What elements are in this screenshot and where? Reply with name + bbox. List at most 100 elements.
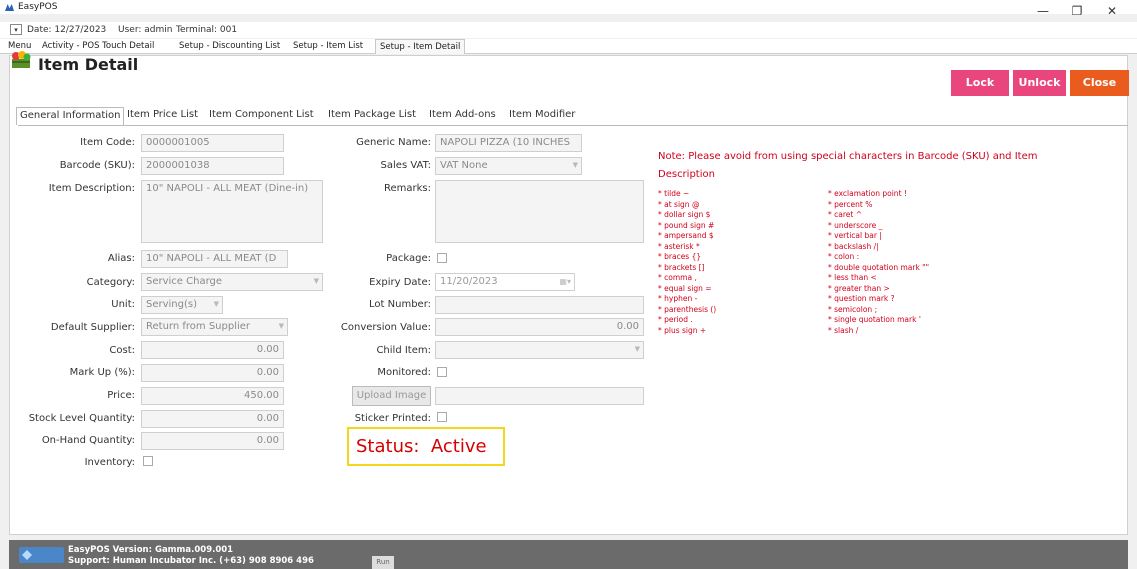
sticker-printed-label: Sticker Printed: [354,413,431,424]
lot-number-field[interactable] [435,296,644,314]
expiry-date-picker[interactable]: 11/20/2023 ▦▾ [435,273,575,291]
special-char-item: * plus sign + [658,325,707,335]
close-window-button[interactable]: ✕ [1097,0,1127,22]
image-path-field[interactable] [435,387,644,405]
remarks-field[interactable] [435,180,644,243]
tab-item-add-ons[interactable]: Item Add-ons [426,107,499,125]
calendar-icon[interactable]: ▦▾ [559,277,571,286]
dropdown-icon[interactable]: ▾ [10,24,22,35]
date-text: Date: 12/27/2023 [27,25,107,35]
chevron-down-icon: ▼ [213,300,219,308]
inventory-label: Inventory: [84,457,135,468]
easypos-logo-icon [5,4,14,11]
special-char-item: * question mark ? [828,294,895,303]
tab-item-modifier[interactable]: Item Modifier [506,107,578,125]
special-char-item: * double quotation mark "" [828,262,930,272]
special-char-item: * tilde ~ [658,189,690,198]
run-button[interactable]: Run [372,556,394,569]
alias-field[interactable]: 10" NAPOLI - ALL MEAT (D [141,250,288,268]
barcode-field[interactable]: 2000001038 [141,157,284,175]
support-text: Support: Human Incubator Inc. (+63) 908 … [68,556,314,566]
package-label: Package: [386,253,431,264]
conversion-value-field[interactable]: 0.00 [435,318,644,336]
status-value: Active [430,436,487,457]
tab-item-list[interactable]: Setup - Item List [289,41,367,54]
unit-select[interactable]: Serving(s) ▼ [141,296,223,314]
category-select[interactable]: Service Charge ▼ [141,273,323,291]
stock-level-field[interactable]: 0.00 [141,410,284,428]
minimize-button[interactable]: — [1028,0,1058,22]
expiry-date-value: 11/20/2023 [440,276,498,287]
on-hand-field[interactable]: 0.00 [141,432,284,450]
cost-label: Cost: [109,345,135,356]
on-hand-label: On-Hand Quantity: [41,435,135,446]
expiry-date-label: Expiry Date: [369,277,431,288]
child-item-select[interactable]: ▼ [435,341,644,359]
chevron-down-icon: ▼ [278,322,284,330]
special-char-item: * pound sign # [658,220,715,230]
remarks-label: Remarks: [383,183,431,194]
special-chars-list-2: * exclamation point ! * percent % * caret … [828,189,929,336]
special-char-item: * dollar sign $ [658,210,711,219]
item-code-field[interactable]: 0000001005 [141,134,284,152]
item-description-label: Item Description: [48,183,135,194]
special-char-item: * at sign @ [658,199,700,209]
menu-tabs: Menu Activity - POS Touch Detail Setup -… [0,39,1137,54]
tab-item-component-list[interactable]: Item Component List [206,107,317,125]
unit-label: Unit: [111,299,135,310]
footer: EasyPOS Version: Gamma.009.001 Support: … [9,540,1128,569]
item-description-field[interactable]: 10" NAPOLI - ALL MEAT (Dine-in) [141,180,323,243]
tab-item-package-list[interactable]: Item Package List [325,107,419,125]
special-char-item: * backslash /| [828,241,879,251]
app-window: EasyPOS — ❐ ✕ ▾ Date: 12/27/2023 User: a… [0,0,1137,569]
special-char-item: * underscore _ [828,220,883,230]
tab-item-detail[interactable]: Setup - Item Detail [375,39,466,54]
markup-label: Mark Up (%): [69,367,135,378]
special-char-item: * asterisk * [658,241,700,251]
inventory-checkbox[interactable] [143,456,153,466]
close-button[interactable]: Close [1070,70,1129,96]
special-chars-list-1: * tilde ~ * at sign @ * dollar sign $ * pou… [658,189,716,336]
title-bar: EasyPOS [0,0,1137,14]
special-characters-note: Note: Please avoid from using special ch… [658,151,1038,180]
generic-name-field[interactable]: NAPOLI PIZZA (10 INCHES [435,134,582,152]
default-supplier-select[interactable]: Return from Supplier ▼ [141,318,288,336]
special-char-item: * brackets [] [658,262,705,272]
conversion-value-label: Conversion Value: [340,322,431,333]
sales-vat-value: VAT None [440,160,488,171]
lock-button[interactable]: Lock [951,70,1009,96]
generic-name-label: Generic Name: [356,137,431,148]
special-char-item: * single quotation mark ' [828,315,921,324]
sales-vat-select[interactable]: VAT None ▼ [435,157,582,175]
tab-item-price-list[interactable]: Item Price List [124,107,201,125]
special-char-item: * exclamation point ! [828,189,907,198]
unlock-button[interactable]: Unlock [1013,70,1066,96]
cost-field[interactable]: 0.00 [141,341,284,359]
special-char-item: * comma , [658,273,697,282]
tab-general-information[interactable]: General Information [16,107,125,125]
upload-image-button[interactable]: Upload Image [352,386,431,406]
sales-vat-label: Sales VAT: [380,160,431,171]
special-char-item: * colon : [828,252,860,261]
tab-pos-touch-detail[interactable]: Activity - POS Touch Detail [38,41,158,54]
chevron-down-icon: ▼ [313,277,319,285]
special-char-item: * period . [658,315,693,324]
sticker-printed-checkbox[interactable] [437,412,447,422]
package-checkbox[interactable] [437,253,447,263]
content-panel [9,55,1128,535]
default-supplier-label: Default Supplier: [50,322,135,333]
tab-discounting-list[interactable]: Setup - Discounting List [175,41,284,54]
company-logo-icon [19,547,64,563]
version-text: EasyPOS Version: Gamma.009.001 [68,545,234,555]
maximize-button[interactable]: ❐ [1062,0,1092,22]
special-char-item: * greater than > [828,283,890,293]
special-char-item: * vertical bar | [828,231,882,240]
stock-level-label: Stock Level Quantity: [28,413,135,424]
user-text: User: admin [118,25,173,35]
price-field[interactable]: 450.00 [141,387,284,405]
monitored-checkbox[interactable] [437,367,447,377]
basket-icon [12,51,31,68]
barcode-label: Barcode (SKU): [59,160,135,171]
category-label: Category: [86,277,135,288]
markup-field[interactable]: 0.00 [141,364,284,382]
